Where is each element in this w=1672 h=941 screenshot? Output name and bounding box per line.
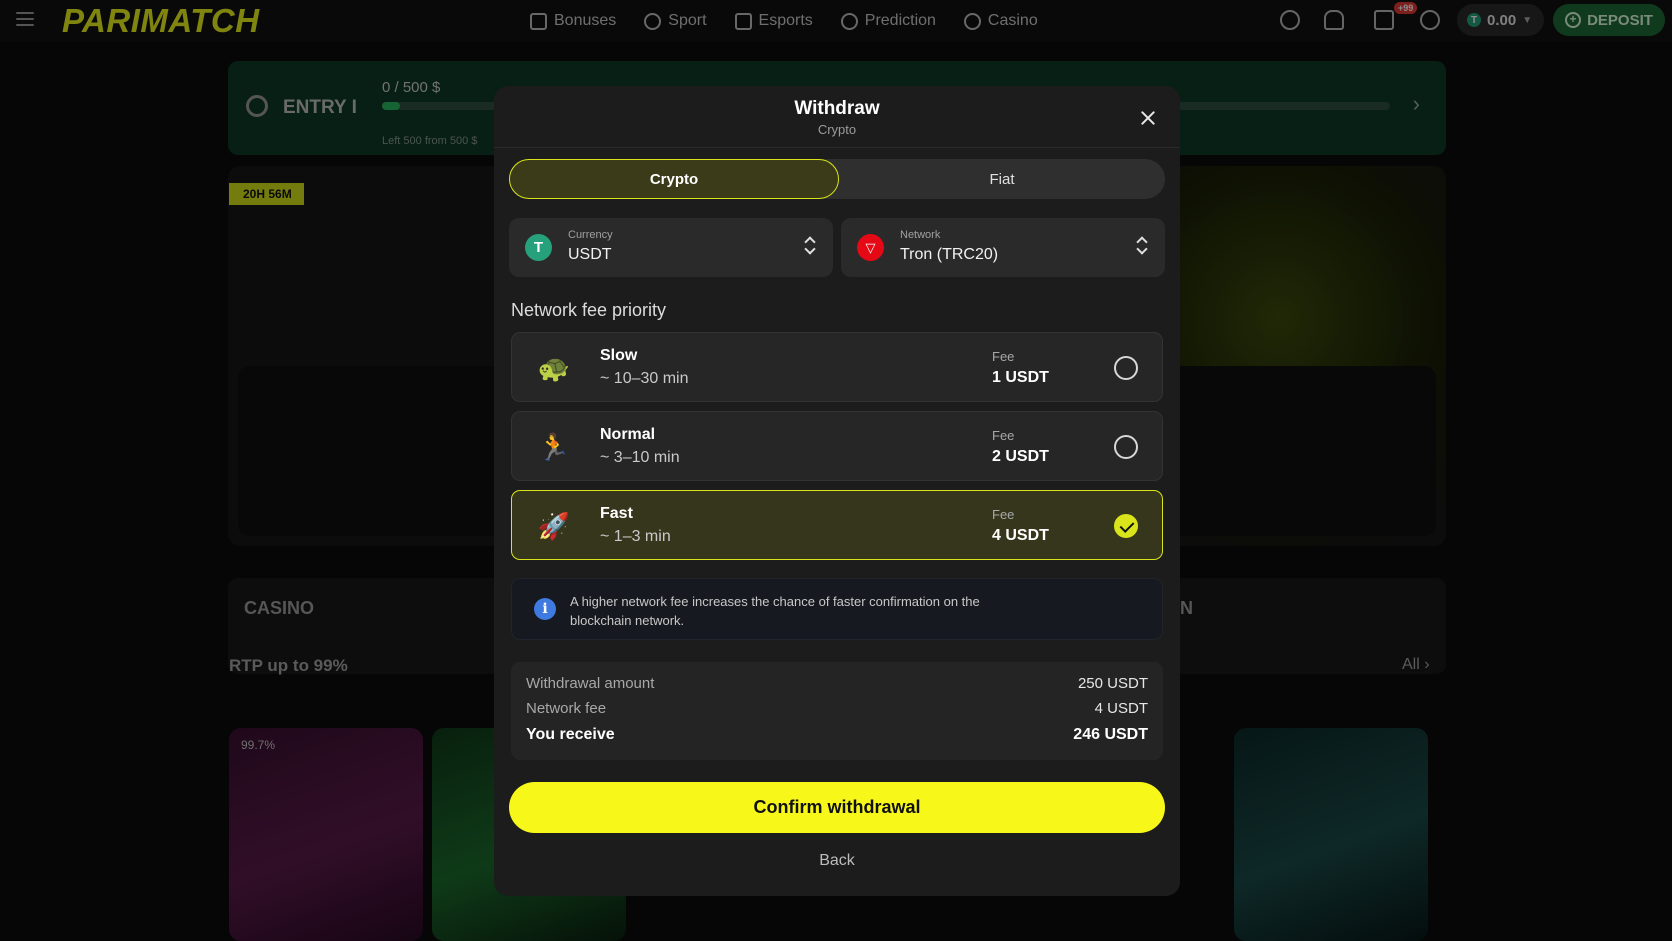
fee-name: Slow bbox=[600, 347, 638, 364]
fee-option-fast[interactable]: 🚀 Fast ~ 1–3 min Fee 4 USDT bbox=[511, 490, 1163, 560]
tab-crypto[interactable]: Crypto bbox=[509, 159, 839, 199]
fee-radio[interactable] bbox=[1114, 356, 1138, 380]
updown-chevron-icon bbox=[1135, 234, 1149, 258]
fee-time: ~ 10–30 min bbox=[600, 370, 689, 387]
info-text: A higher network fee increases the chanc… bbox=[570, 594, 980, 628]
currency-value: USDT bbox=[568, 246, 612, 263]
currency-label: Currency bbox=[568, 229, 613, 241]
runner-icon: 🏃 bbox=[537, 432, 571, 462]
summary-label: Network fee bbox=[526, 700, 607, 717]
fee-radio[interactable] bbox=[1114, 435, 1138, 459]
info-notice: i A higher network fee increases the cha… bbox=[511, 578, 1163, 640]
summary-row: Withdrawal amount 250 USDT bbox=[526, 675, 1148, 692]
confirm-withdrawal-button[interactable]: Confirm withdrawal bbox=[509, 782, 1165, 833]
summary-value: 250 USDT bbox=[1077, 675, 1148, 692]
turtle-icon: 🐢 bbox=[537, 353, 571, 383]
summary-label: Withdrawal amount bbox=[526, 675, 655, 692]
summary-value: 246 USDT bbox=[1073, 726, 1148, 743]
network-select[interactable]: ▽ Network Tron (TRC20) bbox=[841, 218, 1165, 277]
summary-value: 4 USDT bbox=[1094, 700, 1148, 717]
tether-icon: T bbox=[525, 234, 552, 261]
network-label: Network bbox=[900, 229, 941, 241]
fee-radio-checked[interactable] bbox=[1114, 514, 1138, 538]
fee-section-title: Network fee priority bbox=[511, 300, 667, 320]
info-icon: i bbox=[534, 598, 556, 620]
fee-label: Fee bbox=[992, 428, 1015, 443]
tab-fiat[interactable]: Fiat bbox=[839, 159, 1165, 199]
modal-subtitle: Crypto bbox=[817, 122, 857, 137]
modal-header: Withdraw Crypto bbox=[494, 86, 1180, 148]
withdraw-modal: Withdraw Crypto Crypto Fiat T Currency U… bbox=[494, 86, 1180, 896]
summary-label: You receive bbox=[526, 726, 615, 743]
fee-option-slow[interactable]: 🐢 Slow ~ 10–30 min Fee 1 USDT bbox=[511, 332, 1163, 402]
close-icon[interactable] bbox=[1134, 104, 1162, 132]
fee-amount: 4 USDT bbox=[992, 527, 1049, 544]
method-tabs: Crypto Fiat bbox=[509, 159, 1165, 199]
fee-time: ~ 1–3 min bbox=[600, 528, 671, 545]
modal-title: Withdraw bbox=[794, 98, 880, 119]
fee-time: ~ 3–10 min bbox=[600, 449, 680, 466]
summary-row: Network fee 4 USDT bbox=[526, 700, 1148, 717]
network-value: Tron (TRC20) bbox=[900, 246, 999, 263]
withdrawal-summary: Withdrawal amount 250 USDT Network fee 4… bbox=[511, 662, 1163, 760]
currency-select[interactable]: T Currency USDT bbox=[509, 218, 833, 277]
fee-label: Fee bbox=[992, 507, 1015, 522]
fee-name: Normal bbox=[600, 426, 656, 443]
rocket-icon: 🚀 bbox=[537, 511, 571, 541]
fee-label: Fee bbox=[992, 349, 1015, 364]
summary-row-total: You receive 246 USDT bbox=[526, 726, 1148, 744]
fee-name: Fast bbox=[600, 505, 633, 522]
fee-amount: 1 USDT bbox=[992, 369, 1049, 386]
back-button[interactable]: Back bbox=[494, 852, 1180, 870]
fee-option-normal[interactable]: 🏃 Normal ~ 3–10 min Fee 2 USDT bbox=[511, 411, 1163, 481]
fee-amount: 2 USDT bbox=[992, 448, 1049, 465]
updown-chevron-icon bbox=[803, 234, 817, 258]
tron-icon: ▽ bbox=[857, 234, 884, 261]
